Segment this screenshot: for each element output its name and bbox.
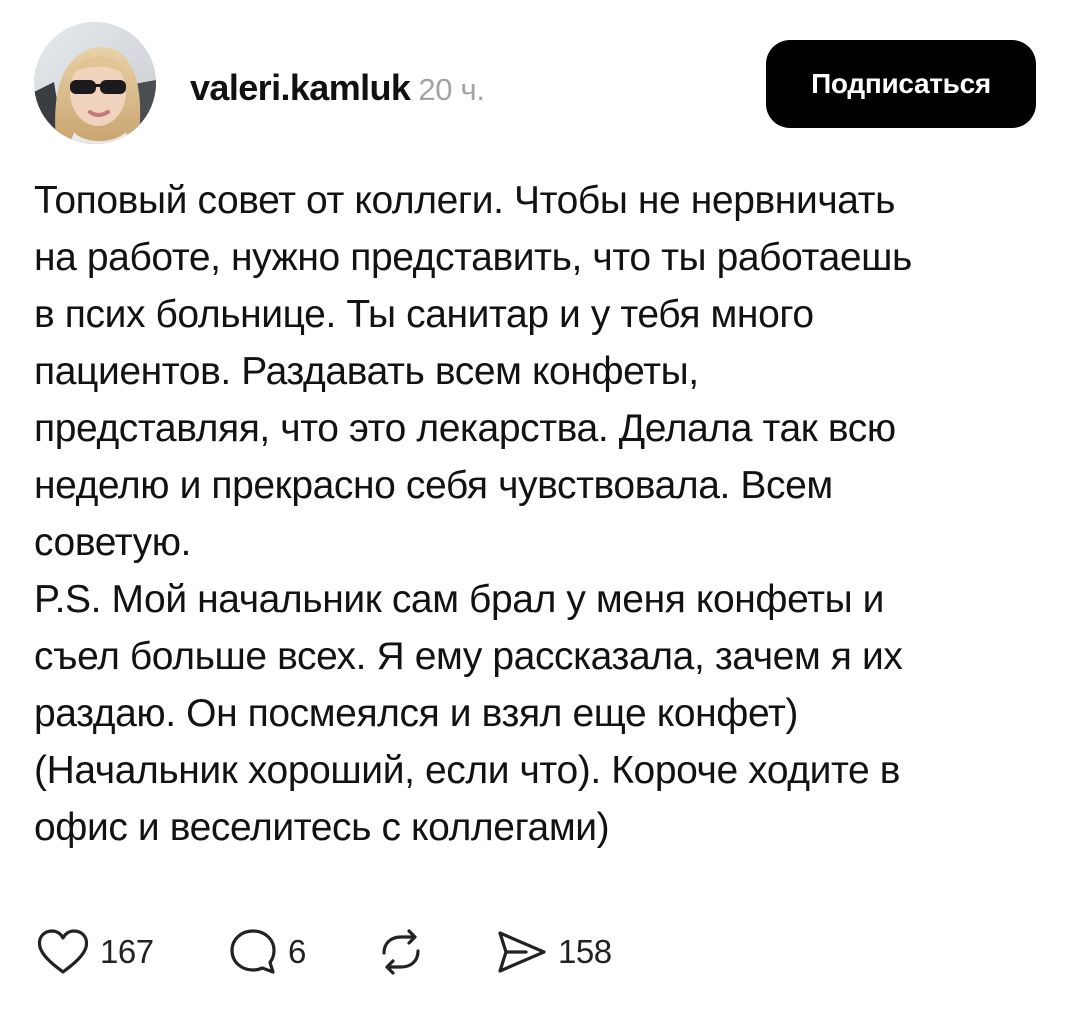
post-text-line: советую. <box>34 521 191 564</box>
comment-count: 6 <box>288 933 306 970</box>
post-text-line: на работе, нужно представить, что ты раб… <box>34 236 912 279</box>
heart-icon <box>36 928 90 976</box>
post-text-line: в псих больнице. Ты санитар и у тебя мно… <box>34 293 814 336</box>
post-time: 20 ч. <box>418 72 485 107</box>
post-text-line: (Начальник хороший, если что). Короче хо… <box>34 749 901 792</box>
comment-button[interactable]: 6 <box>228 922 306 982</box>
post-text-line: раздаю. Он посмеялся и взял еще конфет) <box>34 692 799 735</box>
post-text-line: представляя, что это лекарства. Делала т… <box>34 407 896 450</box>
post-text-line: офис и веселитесь с коллегами) <box>34 806 610 849</box>
like-button[interactable]: 167 <box>36 922 154 982</box>
avatar-photo <box>34 22 156 144</box>
share-count: 158 <box>558 933 612 970</box>
repost-icon <box>376 927 426 977</box>
post-header: valeri.kamluk 20 ч. Подписаться <box>34 22 1044 146</box>
share-button[interactable]: 158 <box>496 922 612 982</box>
post-text: Топовый совет от коллеги. Чтобы не нервн… <box>34 172 1044 856</box>
username[interactable]: valeri.kamluk <box>190 67 411 108</box>
thread-post: valeri.kamluk 20 ч. Подписаться Топовый с… <box>0 0 1080 1014</box>
post-text-line: P.S. Мой начальник сам брал у меня конфе… <box>34 578 885 621</box>
post-text-line: пациентов. Раздавать всем конфеты, <box>34 350 699 393</box>
author-line: valeri.kamluk 20 ч. <box>190 68 485 116</box>
post-text-line: Топовый совет от коллеги. Чтобы не нервн… <box>34 179 896 222</box>
follow-button[interactable]: Подписаться <box>766 40 1036 128</box>
post-text-line: неделю и прекрасно себя чувствовала. Все… <box>34 464 833 507</box>
comment-bubble-icon <box>228 927 278 977</box>
action-bar: 167 6 158 <box>36 922 736 982</box>
avatar[interactable] <box>34 22 156 144</box>
like-count: 167 <box>100 933 154 970</box>
send-icon <box>496 927 548 977</box>
post-text-line: съел больше всех. Я ему рассказала, заче… <box>34 635 903 678</box>
repost-button[interactable] <box>376 922 426 982</box>
